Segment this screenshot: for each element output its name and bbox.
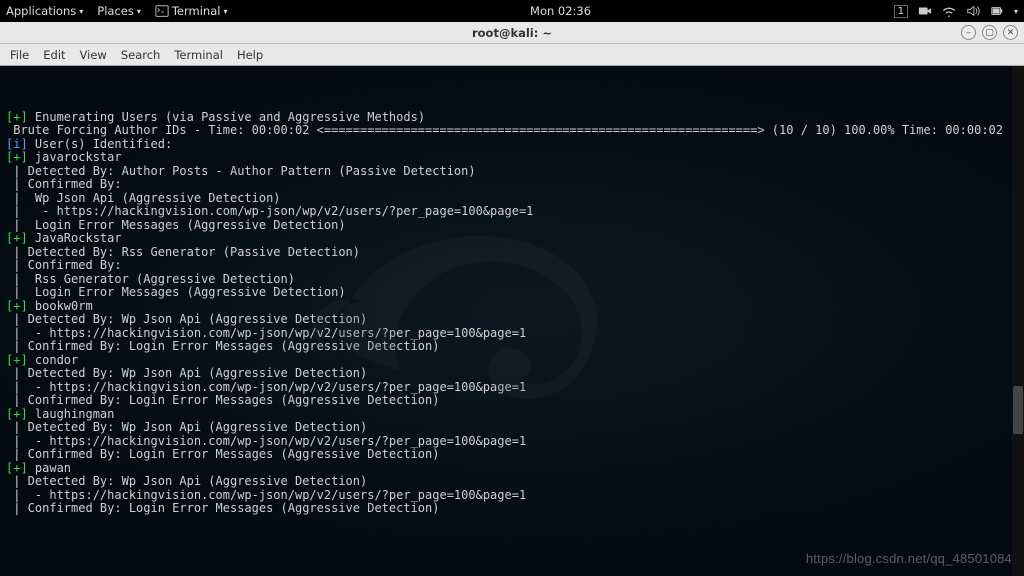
terminal-line: | Confirmed By: Login Error Messages (Ag…: [6, 394, 1018, 408]
volume-icon[interactable]: [966, 4, 980, 18]
menu-terminal[interactable]: Terminal: [174, 48, 223, 62]
terminal-line: | Confirmed By: Login Error Messages (Ag…: [6, 340, 1018, 354]
gnome-topbar: Applications ▾ Places ▾ Terminal ▾ Mon 0…: [0, 0, 1024, 22]
terminal-line: | Confirmed By: Login Error Messages (Ag…: [6, 502, 1018, 516]
terminal-menubar: File Edit View Search Terminal Help: [0, 44, 1024, 66]
places-menu[interactable]: Places ▾: [97, 4, 141, 18]
terminal-line: | Login Error Messages (Aggressive Detec…: [6, 286, 1018, 300]
terminal-line: [+] Enumerating Users (via Passive and A…: [6, 111, 1018, 125]
terminal-line: [+] bookw0rm: [6, 300, 1018, 314]
terminal-taskbar-label: Terminal: [172, 4, 221, 18]
terminal-line: | Detected By: Wp Json Api (Aggressive D…: [6, 421, 1018, 435]
menu-edit[interactable]: Edit: [43, 48, 65, 62]
terminal-line: | - https://hackingvision.com/wp-json/wp…: [6, 381, 1018, 395]
menu-view[interactable]: View: [80, 48, 107, 62]
terminal-line: | Wp Json Api (Aggressive Detection): [6, 192, 1018, 206]
workspace-indicator[interactable]: 1: [894, 5, 908, 18]
chevron-down-icon: ▾: [137, 7, 141, 16]
video-icon[interactable]: [918, 4, 932, 18]
terminal-line: | Detected By: Rss Generator (Passive De…: [6, 246, 1018, 260]
places-label: Places: [97, 4, 134, 18]
window-title: root@kali: ~: [0, 26, 1024, 40]
chevron-down-icon[interactable]: ▾: [1014, 7, 1018, 16]
terminal-line: | - https://hackingvision.com/wp-json/wp…: [6, 327, 1018, 341]
chevron-down-icon: ▾: [79, 7, 83, 16]
terminal-line: [+] javarockstar: [6, 151, 1018, 165]
terminal-line: Brute Forcing Author IDs - Time: 00:00:0…: [6, 124, 1018, 138]
terminal-line: | Confirmed By:: [6, 178, 1018, 192]
close-button[interactable]: ✕: [1003, 25, 1018, 40]
terminal-line: | Detected By: Author Posts - Author Pat…: [6, 165, 1018, 179]
menu-search[interactable]: Search: [121, 48, 161, 62]
terminal-line: [+] laughingman: [6, 408, 1018, 422]
applications-menu[interactable]: Applications ▾: [6, 4, 83, 18]
network-icon[interactable]: [942, 4, 956, 18]
menu-file[interactable]: File: [10, 48, 29, 62]
scrollbar-thumb[interactable]: [1013, 386, 1023, 434]
terminal-line: [+] condor: [6, 354, 1018, 368]
terminal-line: | - https://hackingvision.com/wp-json/wp…: [6, 489, 1018, 503]
terminal-output: [+] Enumerating Users (via Passive and A…: [6, 111, 1018, 516]
terminal-viewport[interactable]: [+] Enumerating Users (via Passive and A…: [0, 66, 1024, 576]
terminal-line: | - https://hackingvision.com/wp-json/wp…: [6, 435, 1018, 449]
terminal-line: [+] JavaRockstar: [6, 232, 1018, 246]
terminal-icon: [155, 4, 169, 18]
terminal-line: | Confirmed By:: [6, 259, 1018, 273]
applications-label: Applications: [6, 4, 76, 18]
window-titlebar[interactable]: root@kali: ~ – ▢ ✕: [0, 22, 1024, 44]
terminal-line: [+] pawan: [6, 462, 1018, 476]
terminal-line: | Rss Generator (Aggressive Detection): [6, 273, 1018, 287]
terminal-line: | - https://hackingvision.com/wp-json/wp…: [6, 205, 1018, 219]
scrollbar[interactable]: [1012, 66, 1024, 576]
minimize-button[interactable]: –: [961, 25, 976, 40]
battery-icon[interactable]: [990, 4, 1004, 18]
terminal-line: | Detected By: Wp Json Api (Aggressive D…: [6, 475, 1018, 489]
maximize-button[interactable]: ▢: [982, 25, 997, 40]
terminal-line: | Login Error Messages (Aggressive Detec…: [6, 219, 1018, 233]
menu-help[interactable]: Help: [237, 48, 263, 62]
terminal-line: | Confirmed By: Login Error Messages (Ag…: [6, 448, 1018, 462]
terminal-taskbar-item[interactable]: Terminal ▾: [155, 4, 228, 18]
terminal-line: [i] User(s) Identified:: [6, 138, 1018, 152]
watermark: https://blog.csdn.net/qq_48501084: [806, 551, 1012, 566]
terminal-line: | Detected By: Wp Json Api (Aggressive D…: [6, 367, 1018, 381]
clock[interactable]: Mon 02:36: [227, 4, 893, 18]
terminal-line: | Detected By: Wp Json Api (Aggressive D…: [6, 313, 1018, 327]
